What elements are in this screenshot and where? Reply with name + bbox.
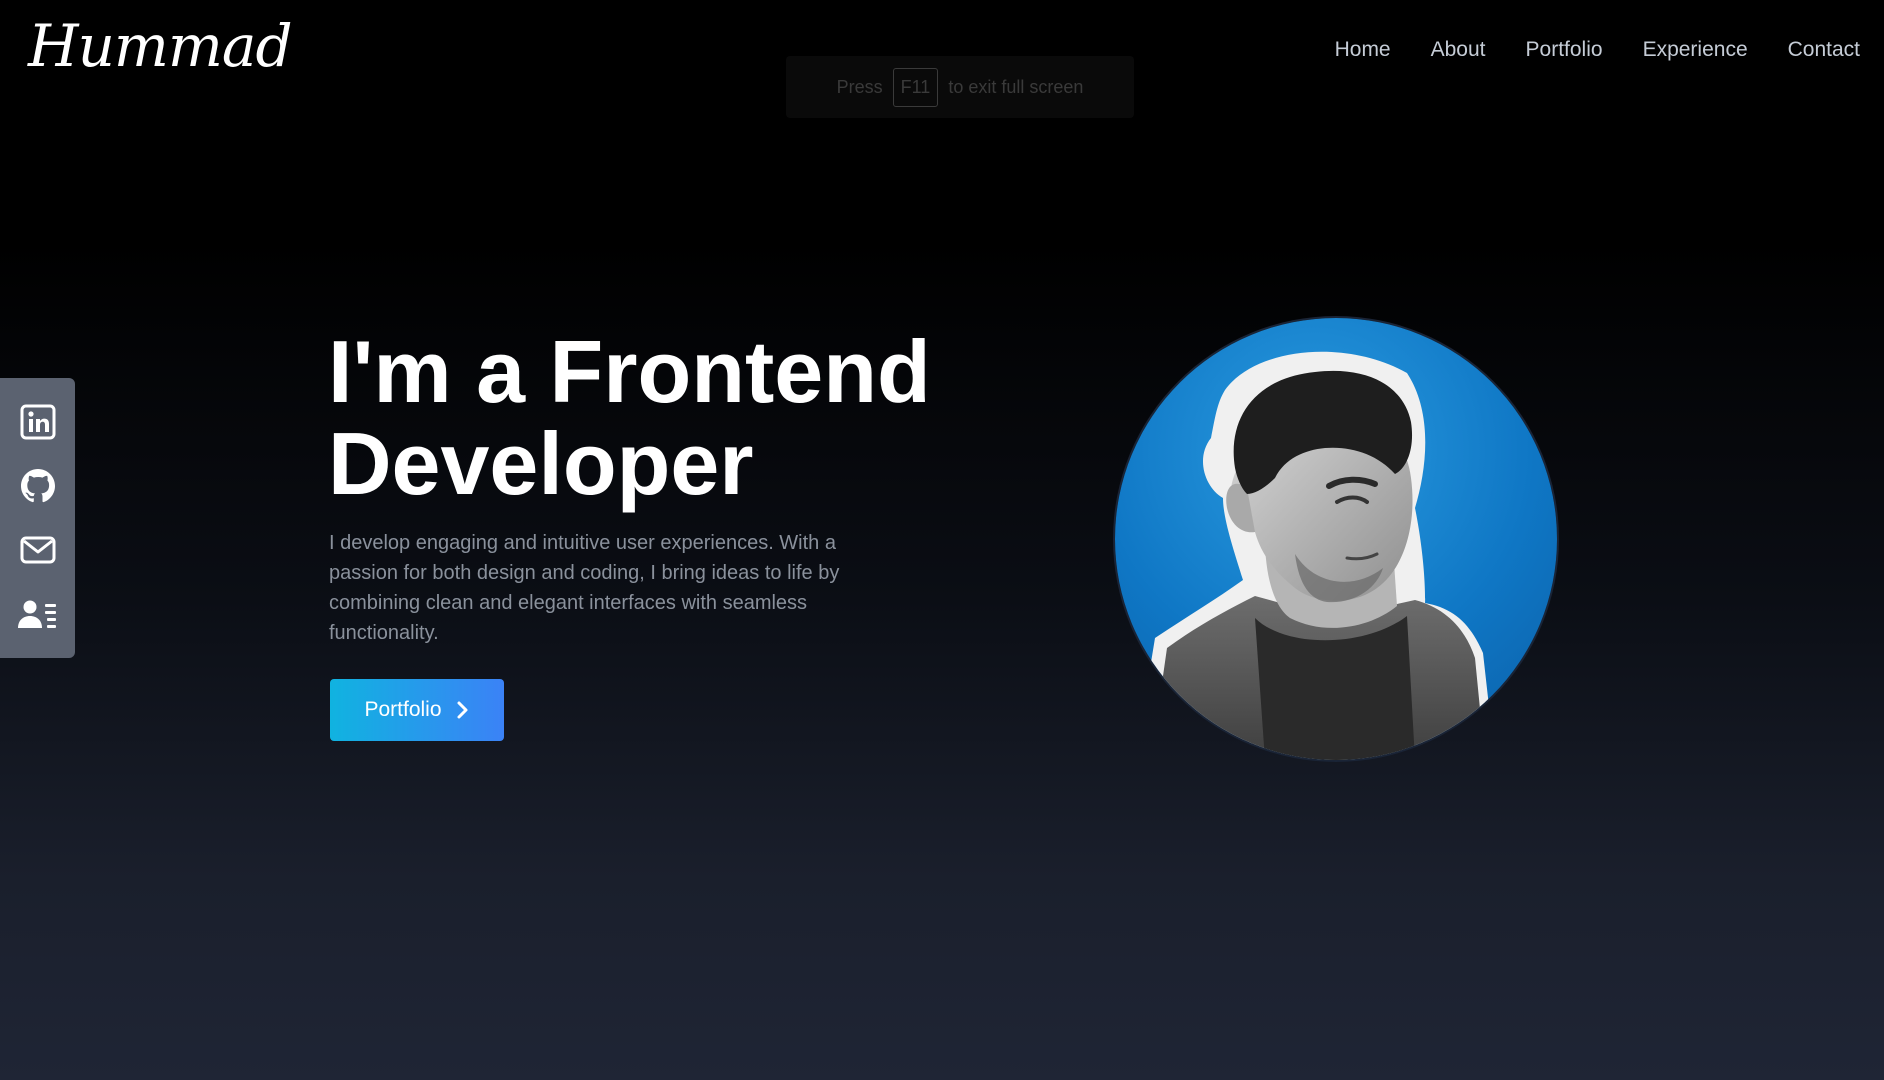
profile-avatar: [1115, 318, 1557, 760]
chevron-right-icon: [457, 701, 468, 719]
main-nav: Home About Portfolio Experience Contact: [1335, 34, 1860, 66]
portfolio-button-label: Portfolio: [364, 698, 442, 721]
linkedin-icon[interactable]: [18, 402, 58, 442]
github-icon[interactable]: [18, 466, 58, 506]
hero-description: I develop engaging and intuitive user ex…: [329, 532, 840, 644]
nav-about[interactable]: About: [1431, 34, 1486, 66]
nav-experience[interactable]: Experience: [1643, 34, 1748, 66]
mail-icon[interactable]: [18, 530, 58, 570]
contact-card-icon[interactable]: [17, 594, 58, 634]
fullscreen-notice-prefix: Press: [836, 76, 883, 97]
hero-title: I'm a Frontend Developer: [328, 326, 931, 510]
nav-contact[interactable]: Contact: [1788, 34, 1860, 66]
fullscreen-notice-suffix: to exit full screen: [948, 76, 1084, 97]
fullscreen-key: F11: [892, 67, 939, 107]
nav-home[interactable]: Home: [1335, 34, 1391, 66]
profile-photo: [1135, 351, 1495, 760]
portfolio-button[interactable]: Portfolio: [330, 679, 504, 741]
nav-portfolio[interactable]: Portfolio: [1526, 34, 1603, 66]
hero-title-line-2: Developer: [328, 414, 754, 513]
site-logo[interactable]: Hummad: [28, 6, 293, 86]
fullscreen-notice: Press F11 to exit full screen: [786, 56, 1134, 118]
hero-title-line-1: I'm a Frontend: [328, 322, 931, 421]
social-sidebar: [0, 378, 75, 658]
